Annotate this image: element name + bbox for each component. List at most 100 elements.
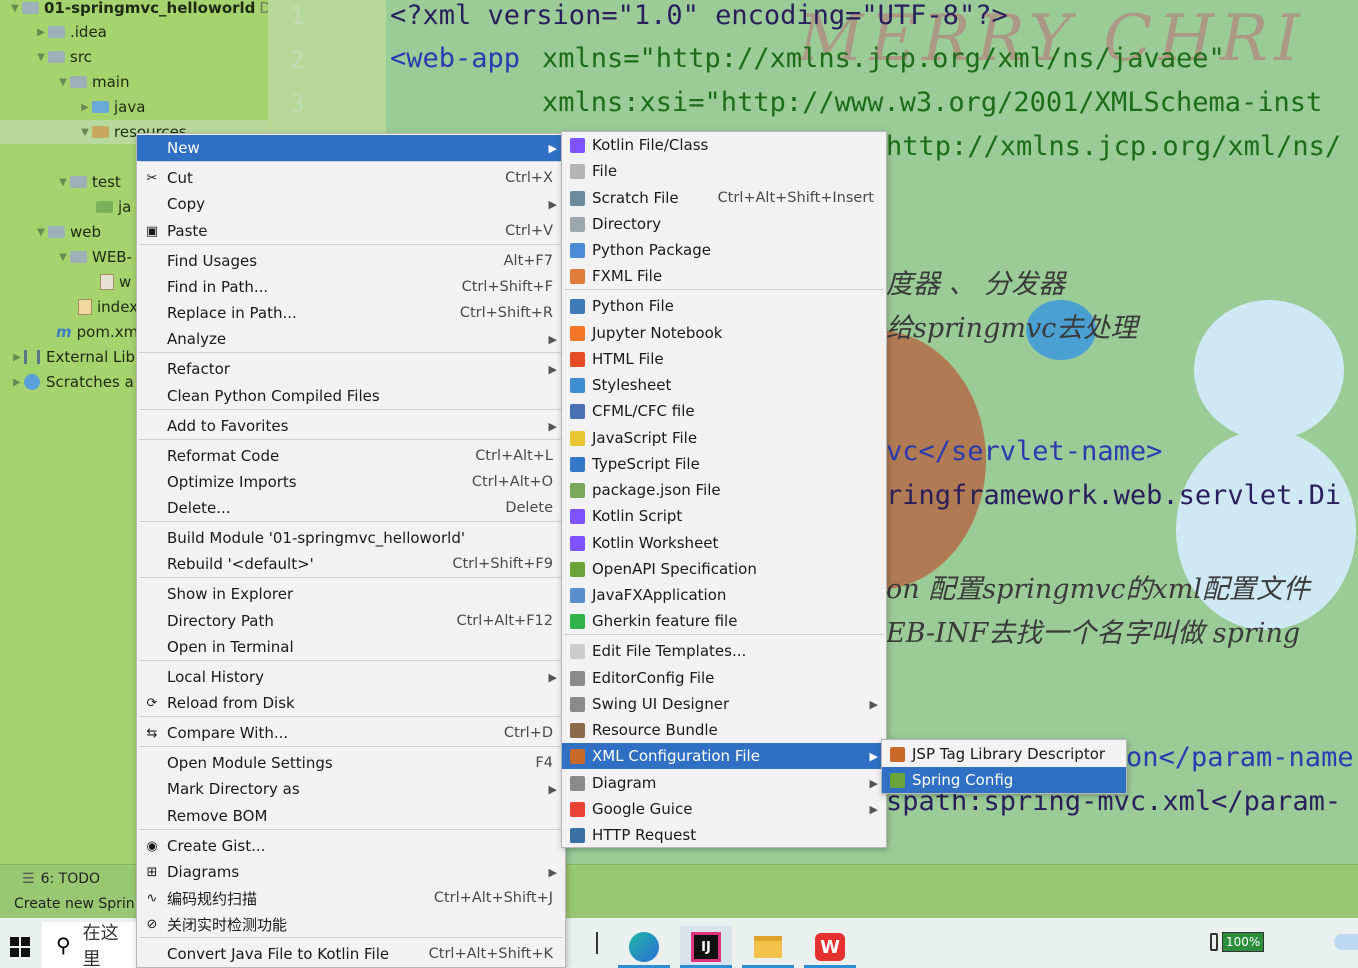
menu-item-cut[interactable]: ✂ Cut Ctrl+X [137, 165, 565, 191]
tree-item-java[interactable]: ▶ java [78, 95, 145, 119]
menu-item-rebuild-default[interactable]: Rebuild '<default>' Ctrl+Shift+F9 [137, 551, 565, 577]
menu-item-jsp-tag-library-descriptor[interactable]: JSP Tag Library Descriptor [882, 741, 1126, 767]
menu-item-local-history[interactable]: Local History ▶ [137, 664, 565, 690]
chevron-right-icon[interactable]: ▶ [10, 377, 24, 388]
comment-line[interactable]: EB-INF去找一个名字叫做 spring [886, 611, 1300, 650]
code-line-2-attr[interactable]: xmlns="http://xmlns.jcp.org/xml/ns/javae… [542, 43, 1225, 74]
menu-item-resource-bundle[interactable]: Resource Bundle [562, 717, 886, 743]
menu-item-copy[interactable]: Copy ▶ [137, 191, 565, 217]
tree-item-test[interactable]: ▼ test [56, 170, 121, 194]
taskbar-wps-app[interactable]: W [804, 926, 856, 968]
menu-item-reload-from-disk[interactable]: ⟳ Reload from Disk [137, 690, 565, 716]
windows-start-button[interactable] [0, 926, 40, 968]
menu-item-edit-file-templates[interactable]: Edit File Templates... [562, 638, 886, 664]
menu-item-directory[interactable]: Directory [562, 211, 886, 237]
menu-item-mark-directory-as[interactable]: Mark Directory as ▶ [137, 776, 565, 802]
menu-item-kotlin-script[interactable]: Kotlin Script [562, 503, 886, 529]
chevron-right-icon[interactable]: ▶ [34, 27, 48, 38]
code-line-4[interactable]: http://xmlns.jcp.org/xml/ns/ [886, 131, 1341, 162]
tree-item-main[interactable]: ▼ main [56, 70, 129, 94]
menu-item-diagram[interactable]: Diagram ▶ [562, 770, 886, 796]
menu-item-open-module-settings[interactable]: Open Module Settings F4 [137, 750, 565, 776]
taskbar-intellij-app[interactable]: IJ [680, 926, 732, 968]
chevron-right-icon[interactable]: ▶ [10, 352, 24, 363]
menu-item-typescript-file[interactable]: TypeScript File [562, 451, 886, 477]
comment-line[interactable]: on 配置springmvc的xml配置文件 [886, 567, 1310, 606]
tree-item-src[interactable]: ▼ src [34, 45, 92, 69]
menu-item-convert-java-file-to-kotlin-file[interactable]: Convert Java File to Kotlin File Ctrl+Alt… [137, 941, 565, 967]
menu-item-new[interactable]: New ▶ [137, 135, 565, 161]
menu-item-open-in-terminal[interactable]: Open in Terminal [137, 634, 565, 660]
chevron-down-icon[interactable]: ▼ [56, 77, 70, 88]
menu-item-find-in-path[interactable]: Find in Path... Ctrl+Shift+F [137, 274, 565, 300]
xml-config-submenu[interactable]: JSP Tag Library Descriptor Spring Config [881, 739, 1127, 794]
tree-item-scratches[interactable]: ▶ Scratches a [10, 370, 134, 394]
menu-item-jupyter-notebook[interactable]: Jupyter Notebook [562, 320, 886, 346]
code-line-servlet-name[interactable]: vc</servlet-name> [886, 436, 1162, 467]
chevron-down-icon[interactable]: ▼ [56, 177, 70, 188]
menu-item-optimize-imports[interactable]: Optimize Imports Ctrl+Alt+O [137, 469, 565, 495]
taskbar-explorer-app[interactable] [742, 926, 794, 968]
new-submenu[interactable]: Kotlin File/Class File Scratch File Ctrl+Al… [561, 131, 887, 848]
menu-item-item[interactable]: ⊘ 关闭实时检测功能 [137, 911, 565, 937]
chevron-down-icon[interactable]: ▼ [34, 227, 48, 238]
menu-item-package-json-file[interactable]: package.json File [562, 477, 886, 503]
menu-item-add-to-favorites[interactable]: Add to Favorites ▶ [137, 413, 565, 439]
menu-item-create-gist[interactable]: ◉ Create Gist... [137, 833, 565, 859]
menu-item-find-usages[interactable]: Find Usages Alt+F7 [137, 248, 565, 274]
tree-item-test-java[interactable]: ja [96, 195, 131, 219]
menu-item-kotlin-worksheet[interactable]: Kotlin Worksheet [562, 530, 886, 556]
menu-item-scratch-file[interactable]: Scratch File Ctrl+Alt+Shift+Insert [562, 185, 886, 211]
menu-item-delete[interactable]: Delete... Delete [137, 495, 565, 521]
comment-line[interactable]: 给springmvc去处理 [886, 306, 1137, 345]
menu-item-compare-with[interactable]: ⇆ Compare With... Ctrl+D [137, 720, 565, 746]
menu-item-editorconfig-file[interactable]: EditorConfig File [562, 665, 886, 691]
tree-item-pom[interactable]: m pom.xm [56, 320, 138, 344]
menu-item-clean-python-compiled-files[interactable]: Clean Python Compiled Files [137, 383, 565, 409]
menu-item-file[interactable]: File [562, 158, 886, 184]
menu-item-python-file[interactable]: Python File [562, 293, 886, 319]
tree-item-external-libraries[interactable]: ▶ External Lib [10, 345, 135, 369]
menu-item-paste[interactable]: ▣ Paste Ctrl+V [137, 218, 565, 244]
menu-item-directory-path[interactable]: Directory Path Ctrl+Alt+F12 [137, 608, 565, 634]
comment-line[interactable]: 度器 、 分发器 [886, 262, 1065, 301]
menu-item-item[interactable]: ∿ 编码规约扫描 Ctrl+Alt+Shift+J [137, 885, 565, 911]
menu-item-python-package[interactable]: Python Package [562, 237, 886, 263]
menu-item-cfml-cfc-file[interactable]: CFML/CFC file [562, 398, 886, 424]
menu-item-kotlin-file-class[interactable]: Kotlin File/Class [562, 132, 886, 158]
battery-indicator[interactable]: 100% [1210, 932, 1265, 952]
menu-item-build-module-01-springmvc-helloworld[interactable]: Build Module '01-springmvc_helloworld' [137, 525, 565, 551]
tree-item-idea[interactable]: ▶ .idea [34, 20, 107, 44]
taskbar-edge-app[interactable] [618, 926, 670, 968]
code-line-param-name[interactable]: on</param-name [1126, 742, 1354, 773]
tree-item-webinf[interactable]: ▼ WEB- [56, 245, 132, 269]
tree-item-web[interactable]: ▼ web [34, 220, 101, 244]
menu-item-stylesheet[interactable]: Stylesheet [562, 372, 886, 398]
code-line-servlet-class[interactable]: ringframework.web.servlet.Di [886, 480, 1341, 511]
chevron-right-icon[interactable]: ▶ [78, 102, 92, 113]
menu-item-spring-config[interactable]: Spring Config [882, 767, 1126, 793]
menu-item-fxml-file[interactable]: FXML File [562, 263, 886, 289]
menu-item-html-file[interactable]: HTML File [562, 346, 886, 372]
tree-item-project[interactable]: ▼ 01-springmvc_helloworld D: [8, 0, 276, 20]
menu-item-reformat-code[interactable]: Reformat Code Ctrl+Alt+L [137, 443, 565, 469]
menu-item-diagrams[interactable]: ⊞ Diagrams ▶ [137, 859, 565, 885]
menu-item-openapi-specification[interactable]: OpenAPI Specification [562, 556, 886, 582]
menu-item-http-request[interactable]: HTTP Request [562, 822, 886, 848]
menu-item-show-in-explorer[interactable]: Show in Explorer [137, 581, 565, 607]
menu-item-replace-in-path[interactable]: Replace in Path... Ctrl+Shift+R [137, 300, 565, 326]
chevron-down-icon[interactable]: ▼ [34, 52, 48, 63]
menu-item-javascript-file[interactable]: JavaScript File [562, 425, 886, 451]
menu-item-google-guice[interactable]: Google Guice ▶ [562, 796, 886, 822]
tree-item-index[interactable]: index [78, 295, 138, 319]
menu-item-javafxapplication[interactable]: JavaFXApplication [562, 582, 886, 608]
menu-item-analyze[interactable]: Analyze ▶ [137, 326, 565, 352]
menu-item-gherkin-feature-file[interactable]: Gherkin feature file [562, 608, 886, 634]
weather-icon[interactable] [1334, 934, 1358, 950]
menu-item-refactor[interactable]: Refactor ▶ [137, 356, 565, 382]
taskbar-search-box[interactable]: ⚲ 在这里 [42, 922, 136, 968]
menu-item-remove-bom[interactable]: Remove BOM [137, 803, 565, 829]
menu-item-swing-ui-designer[interactable]: Swing UI Designer ▶ [562, 691, 886, 717]
code-line-1[interactable]: <?xml version="1.0" encoding="UTF-8"?> [390, 0, 1008, 31]
code-line-2-tag[interactable]: <web-app [390, 43, 520, 74]
